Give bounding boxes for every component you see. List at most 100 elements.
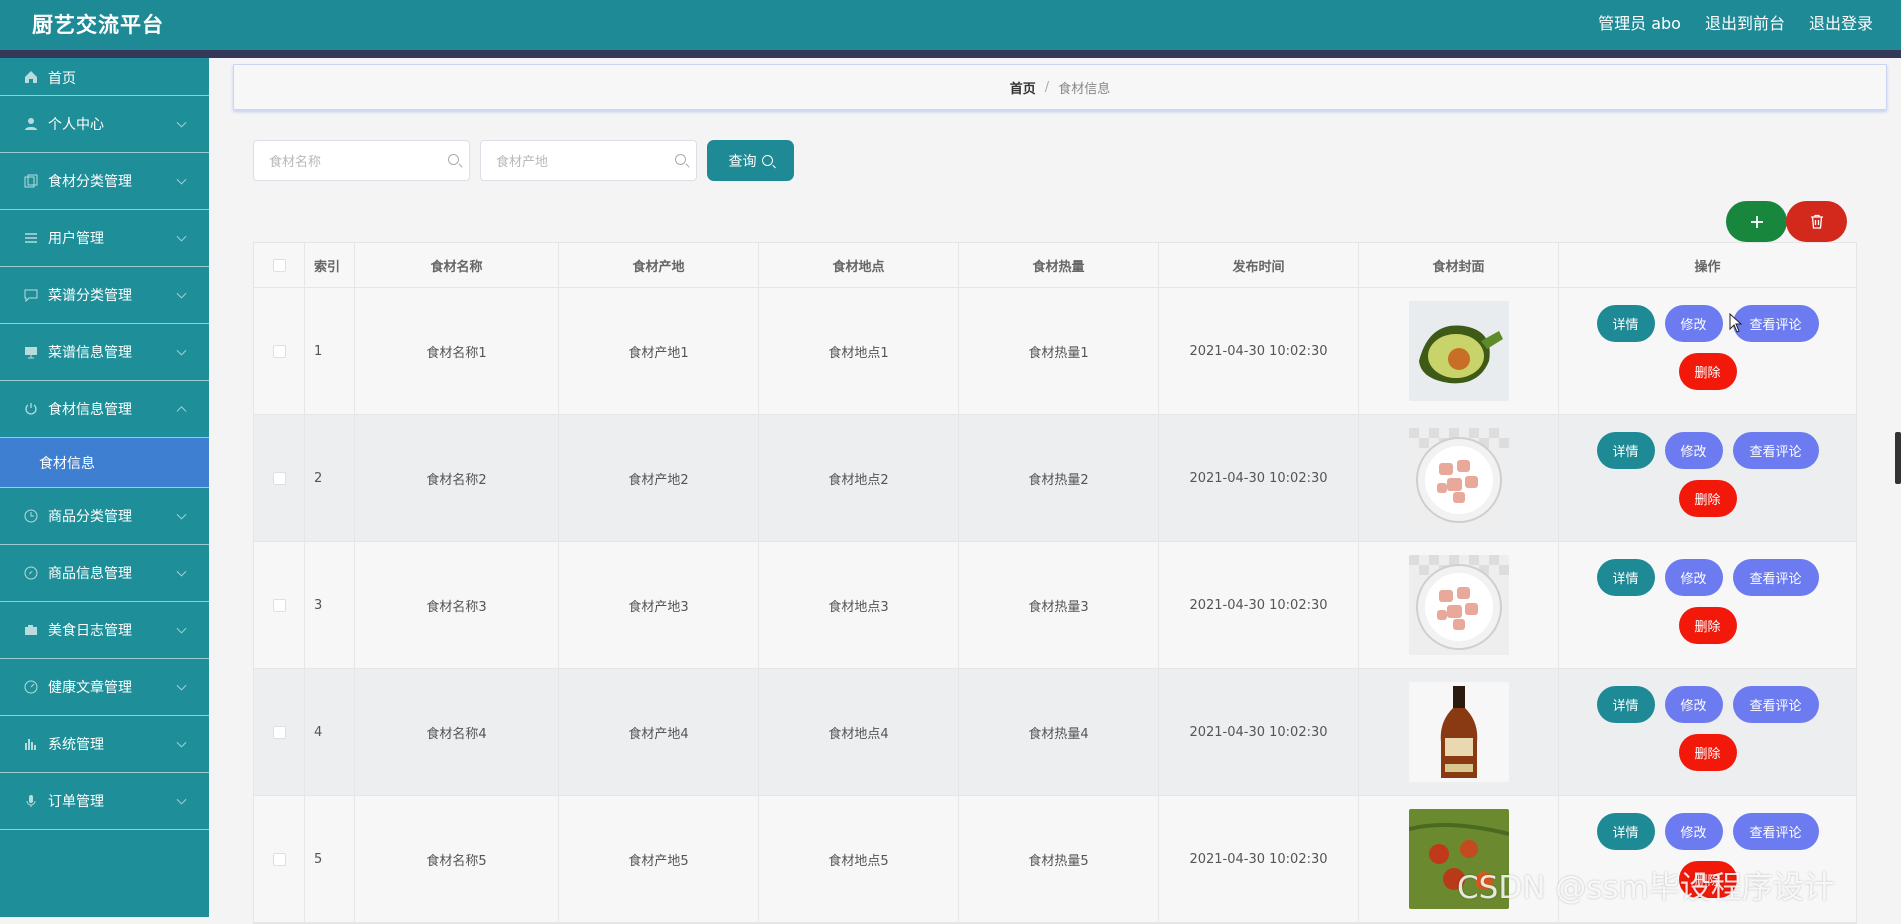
food-origin-search-input[interactable]: 食材产地 <box>480 140 697 181</box>
row-select-cell[interactable] <box>254 415 305 541</box>
sidebar-item-0[interactable]: 首页 <box>0 58 209 96</box>
cell-calorie: 食材热量4 <box>959 669 1159 795</box>
sidebar-item-8[interactable]: 商品信息管理 <box>0 545 209 602</box>
search-icon <box>448 154 459 165</box>
add-button[interactable] <box>1726 201 1787 242</box>
cell-cover <box>1359 669 1559 795</box>
row-checkbox[interactable] <box>272 725 286 739</box>
row-checkbox[interactable] <box>272 852 286 866</box>
sidebar-item-10[interactable]: 健康文章管理 <box>0 659 209 716</box>
cell-index: 4 <box>305 669 355 795</box>
top-bar: 厨艺交流平台 管理员 abo 退出到前台 退出登录 <box>0 0 1901 50</box>
cell-time: 2021-04-30 10:02:30 <box>1159 542 1359 668</box>
cell-origin: 食材产地1 <box>559 288 759 414</box>
sidebar-subitem-food-info[interactable]: 食材信息 <box>0 438 209 488</box>
detail-button[interactable]: 详情 <box>1596 558 1655 596</box>
sidebar-item-4[interactable]: 菜谱分类管理 <box>0 267 209 324</box>
detail-button[interactable]: 详情 <box>1596 304 1655 342</box>
cell-origin: 食材产地5 <box>559 796 759 922</box>
cell-calorie: 食材热量1 <box>959 288 1159 414</box>
food-cover-image[interactable] <box>1408 682 1509 782</box>
row-select-cell[interactable] <box>254 796 305 922</box>
row-select-cell[interactable] <box>254 288 305 414</box>
sidebar-item-label: 首页 <box>48 71 76 87</box>
row-select-cell[interactable] <box>254 542 305 668</box>
scrollbar[interactable] <box>1895 432 1901 484</box>
detail-button[interactable]: 详情 <box>1596 812 1655 850</box>
cell-calorie: 食材热量2 <box>959 415 1159 541</box>
food-cover-image[interactable] <box>1408 301 1509 401</box>
row-select-cell[interactable] <box>254 669 305 795</box>
sidebar-item-label: 用户管理 <box>48 231 104 247</box>
select-all-checkbox[interactable] <box>272 258 286 272</box>
col-cover: 食材封面 <box>1359 243 1559 287</box>
delete-button[interactable]: 删除 <box>1678 479 1737 517</box>
view-comments-button[interactable]: 查看评论 <box>1732 558 1819 596</box>
table-row: 4 食材名称4 食材产地4 食材地点4 食材热量4 2021-04-30 10:02:30… <box>254 669 1856 796</box>
breadcrumb-home[interactable]: 首页 <box>1010 78 1036 97</box>
cell-origin: 食材产地2 <box>559 415 759 541</box>
chat-icon <box>22 286 40 304</box>
edit-button[interactable]: 修改 <box>1664 685 1723 723</box>
view-comments-button[interactable]: 查看评论 <box>1732 304 1819 342</box>
food-cover-image[interactable] <box>1408 428 1509 528</box>
col-index: 索引 <box>305 243 355 287</box>
app-title: 厨艺交流平台 <box>32 13 164 37</box>
sidebar-item-label: 个人中心 <box>48 117 104 133</box>
row-checkbox[interactable] <box>272 344 286 358</box>
food-name-search-input[interactable]: 食材名称 <box>253 140 470 181</box>
cell-name: 食材名称4 <box>355 669 559 795</box>
query-button[interactable]: 查询 <box>707 140 794 181</box>
sidebar-item-label: 商品信息管理 <box>48 566 132 582</box>
chart-icon <box>22 735 40 753</box>
batch-delete-button[interactable] <box>1786 201 1847 242</box>
detail-button[interactable]: 详情 <box>1596 685 1655 723</box>
edit-button[interactable]: 修改 <box>1664 812 1723 850</box>
sidebar-item-label: 食材分类管理 <box>48 174 132 190</box>
cell-actions: 详情 修改 查看评论删除 <box>1559 288 1856 414</box>
cell-time: 2021-04-30 10:02:30 <box>1159 288 1359 414</box>
sidebar-item-5[interactable]: 菜谱信息管理 <box>0 324 209 381</box>
cell-location: 食材地点4 <box>759 669 959 795</box>
col-time: 发布时间 <box>1159 243 1359 287</box>
chevron-down-icon <box>176 117 187 128</box>
admin-user[interactable]: 管理员 abo <box>1598 10 1681 34</box>
edit-button[interactable]: 修改 <box>1664 304 1723 342</box>
cell-cover <box>1359 288 1559 414</box>
exit-to-front-link[interactable]: 退出到前台 <box>1705 10 1785 34</box>
sidebar-item-1[interactable]: 个人中心 <box>0 96 209 153</box>
logout-link[interactable]: 退出登录 <box>1809 10 1873 34</box>
cell-name: 食材名称3 <box>355 542 559 668</box>
chevron-down-icon <box>176 288 187 299</box>
sidebar-item-11[interactable]: 系统管理 <box>0 716 209 773</box>
watermark: CSDN @ssm毕设程序设计 <box>1457 870 1835 906</box>
delete-button[interactable]: 删除 <box>1678 352 1737 390</box>
detail-button[interactable]: 详情 <box>1596 431 1655 469</box>
cell-index: 2 <box>305 415 355 541</box>
sidebar-item-12[interactable]: 订单管理 <box>0 773 209 830</box>
sidebar-item-label: 系统管理 <box>48 737 104 753</box>
sidebar-item-3[interactable]: 用户管理 <box>0 210 209 267</box>
sidebar-item-6[interactable]: 食材信息管理 <box>0 381 209 438</box>
delete-button[interactable]: 删除 <box>1678 606 1737 644</box>
chevron-down-icon <box>176 680 187 691</box>
compass-icon <box>22 564 40 582</box>
view-comments-button[interactable]: 查看评论 <box>1732 812 1819 850</box>
edit-button[interactable]: 修改 <box>1664 431 1723 469</box>
row-checkbox[interactable] <box>272 471 286 485</box>
delete-button[interactable]: 删除 <box>1678 733 1737 771</box>
chevron-up-icon <box>176 406 187 417</box>
edit-button[interactable]: 修改 <box>1664 558 1723 596</box>
view-comments-button[interactable]: 查看评论 <box>1732 431 1819 469</box>
sidebar-item-7[interactable]: 商品分类管理 <box>0 488 209 545</box>
chevron-down-icon <box>176 509 187 520</box>
trash-icon <box>1810 214 1823 229</box>
sidebar-item-2[interactable]: 食材分类管理 <box>0 153 209 210</box>
view-comments-button[interactable]: 查看评论 <box>1732 685 1819 723</box>
row-checkbox[interactable] <box>272 598 286 612</box>
cell-index: 5 <box>305 796 355 922</box>
food-cover-image[interactable] <box>1408 555 1509 655</box>
header-select-all[interactable] <box>254 243 305 287</box>
table-body: 1 食材名称1 食材产地1 食材地点1 食材热量1 2021-04-30 10:02:30… <box>254 288 1856 923</box>
sidebar-item-9[interactable]: 美食日志管理 <box>0 602 209 659</box>
